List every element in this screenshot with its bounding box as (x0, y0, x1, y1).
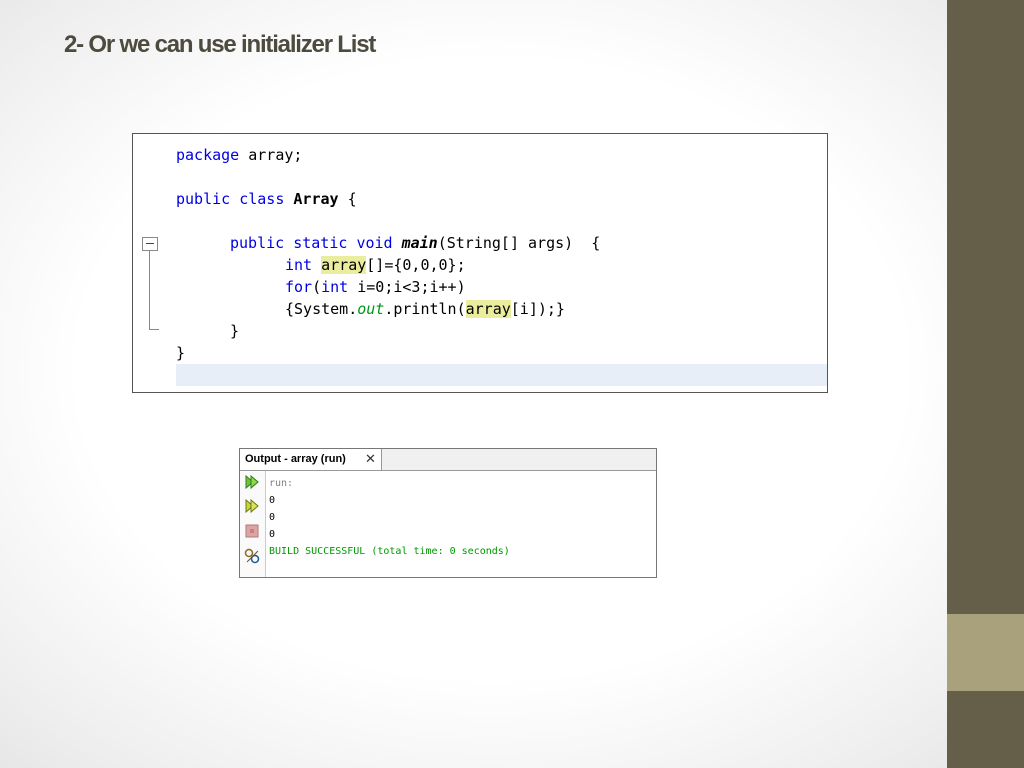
code-line-class: public class Array { (176, 188, 357, 210)
code-line-println: {System.out.println(array[i]);} (285, 298, 565, 320)
output-line-value: 0 (269, 529, 276, 540)
keyword-package: package (176, 146, 240, 164)
keyword-public: public (230, 234, 285, 252)
code-line-for: for(int i=0;i<3;i++) (285, 276, 466, 298)
output-toolbar (240, 471, 266, 577)
keyword-static: static (293, 234, 348, 252)
stop-icon[interactable] (244, 523, 260, 539)
keyword-for: for (285, 278, 313, 296)
method-name: main (401, 234, 438, 252)
sidebar-accent-block (947, 614, 1024, 691)
rerun-different-icon[interactable] (244, 498, 260, 514)
static-field: out (357, 300, 385, 318)
code-line-close-method: } (230, 322, 240, 340)
close-icon[interactable]: ✕ (365, 449, 376, 469)
output-tab[interactable]: Output - array (run) ✕ (240, 449, 382, 470)
code-text: { (338, 190, 357, 208)
keyword-public: public (176, 190, 231, 208)
current-line-highlight (176, 364, 827, 386)
fold-guide-end (149, 329, 159, 330)
output-line-value: 0 (269, 495, 276, 506)
keyword-int: int (285, 256, 313, 274)
code-line-package: package array; (176, 144, 302, 166)
rerun-icon[interactable] (244, 474, 260, 490)
code-text: i=0;i<3;i++) (348, 278, 466, 296)
highlighted-variable: array (321, 256, 367, 274)
code-text: (String[] args) { (437, 234, 601, 252)
code-line-close-class: } (176, 344, 186, 362)
output-line-run: run: (269, 478, 294, 489)
code-line-int-array: int array[]={0,0,0}; (285, 254, 466, 276)
output-line-build-status: BUILD SUCCESSFUL (total time: 0 seconds) (269, 546, 510, 557)
keyword-int: int (321, 278, 349, 296)
class-name: Array (293, 190, 339, 208)
code-line-main: public static void main(String[] args) { (230, 232, 600, 254)
code-editor-screenshot: package array; public class Array { publ… (132, 133, 828, 393)
highlighted-variable: array (465, 300, 511, 318)
output-line-value: 0 (269, 512, 276, 523)
output-window-screenshot: Output - array (run) ✕ run: 0 0 0 BUILD … (239, 448, 657, 578)
output-tab-label: Output - array (run) (245, 453, 346, 465)
fold-guide (149, 251, 150, 330)
settings-icon[interactable] (244, 548, 260, 564)
fold-collapse-icon[interactable] (142, 237, 158, 251)
code-text: []={0,0,0}; (366, 256, 466, 274)
keyword-class: class (239, 190, 285, 208)
code-text: {System. (285, 300, 358, 318)
keyword-void: void (356, 234, 393, 252)
code-text: array; (239, 146, 303, 164)
code-text: .println( (384, 300, 466, 318)
slide-title: 2- Or we can use initializer List (64, 31, 376, 58)
code-text: ( (312, 278, 322, 296)
code-text: [i]);} (510, 300, 565, 318)
output-tab-bar: Output - array (run) ✕ (240, 449, 656, 471)
